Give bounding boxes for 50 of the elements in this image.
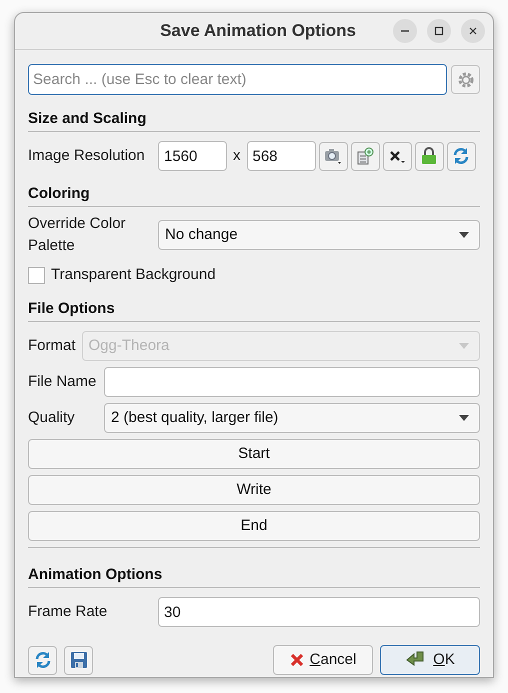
lock-button[interactable]	[414, 142, 444, 170]
refresh-icon	[32, 650, 52, 670]
action-button[interactable]: End	[28, 511, 480, 541]
clear-button[interactable]	[382, 142, 412, 170]
close-button[interactable]	[461, 19, 485, 43]
input-field[interactable]: 1560	[158, 141, 227, 171]
maximize-button[interactable]	[427, 19, 451, 43]
minimize-icon	[400, 30, 410, 32]
lock-icon	[419, 146, 439, 166]
dropdown[interactable]: No change	[158, 220, 480, 250]
field-label: Format	[28, 336, 76, 356]
field-label: File Name	[28, 372, 98, 392]
section-heading: Animation Options	[28, 566, 162, 583]
input-field[interactable]: 568	[246, 141, 316, 171]
window-title: Save Animation Options	[160, 21, 356, 41]
action-button[interactable]: Start	[28, 439, 480, 469]
action-button[interactable]: Write	[28, 475, 480, 505]
search-field[interactable]: Search ... (use Esc to clear text)	[28, 64, 447, 95]
ok-button[interactable]: OK	[380, 645, 480, 675]
cross-icon	[290, 653, 304, 667]
input-field[interactable]	[104, 367, 480, 397]
dropdown[interactable]: 2 (best quality, larger file)	[104, 403, 480, 433]
section-heading: File Options	[28, 300, 115, 317]
checkbox[interactable]	[28, 266, 45, 284]
dropdown-caret-icon	[459, 415, 469, 421]
settings-icon	[456, 70, 474, 88]
copy-button[interactable]	[350, 142, 380, 170]
field-label: Override Color Palette	[28, 214, 127, 256]
dropdown-caret-icon	[459, 343, 469, 349]
close-icon	[467, 25, 479, 37]
camera-icon	[323, 147, 343, 165]
settings-button[interactable]	[451, 65, 480, 94]
camera-button[interactable]	[318, 142, 348, 170]
field-label: Quality	[28, 408, 76, 428]
refresh-icon	[451, 146, 471, 166]
dimension-separator: x	[232, 146, 242, 166]
input-field[interactable]: 30	[158, 597, 480, 627]
field-label: Frame Rate	[28, 602, 108, 622]
section-heading: Size and Scaling	[28, 110, 146, 127]
refresh-button[interactable]	[28, 646, 57, 674]
copy-icon	[355, 147, 375, 165]
cancel-button[interactable]: Cancel	[273, 645, 373, 675]
transparent-checkbox[interactable]: Transparent Background	[28, 265, 480, 285]
minimize-button[interactable]	[393, 19, 417, 43]
field-label: Image Resolution	[28, 146, 146, 166]
save-button[interactable]	[64, 646, 93, 674]
section-heading: Coloring	[28, 185, 90, 202]
maximize-icon	[433, 25, 445, 37]
dropdown-caret-icon	[459, 232, 469, 238]
refresh-button[interactable]	[446, 142, 476, 170]
